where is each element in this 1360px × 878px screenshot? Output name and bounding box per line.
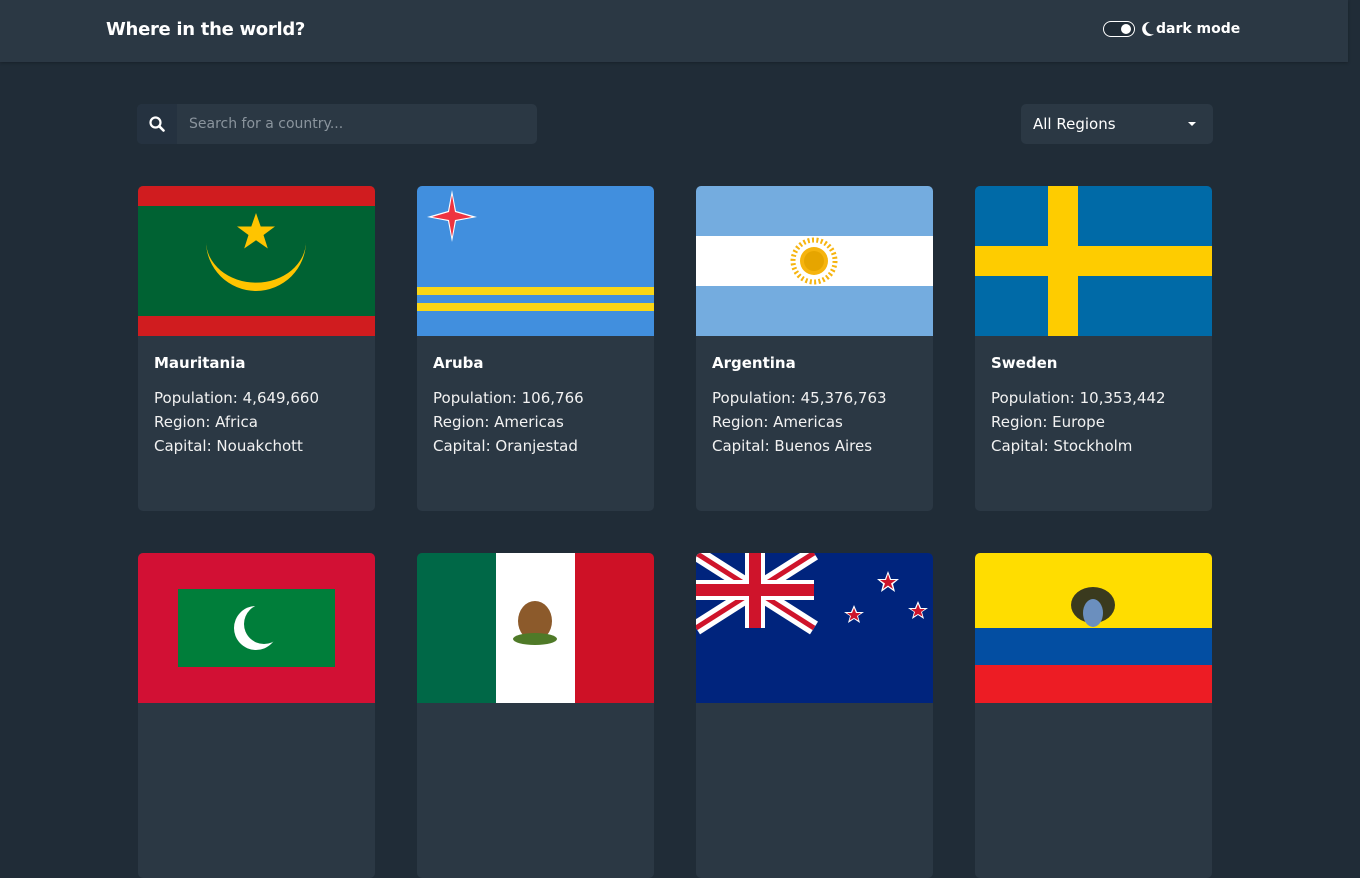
population-line: Population: 4,649,660 [154, 389, 319, 407]
search-button[interactable] [137, 104, 177, 144]
flag-mexico [417, 553, 654, 703]
flag-aruba [417, 186, 654, 336]
search-icon [149, 116, 165, 132]
region-line: Region: Americas [712, 413, 843, 431]
population-line: Population: 106,766 [433, 389, 584, 407]
capital-line: Capital: Oranjestad [433, 437, 578, 455]
mode-switch[interactable] [1103, 21, 1135, 37]
flag-new-zealand [696, 553, 933, 703]
region-line: Region: Africa [154, 413, 258, 431]
country-name: Sweden [991, 354, 1058, 372]
country-card[interactable]: Argentina Population: 45,376,763 Region:… [696, 186, 933, 511]
region-line: Region: Europe [991, 413, 1105, 431]
country-card[interactable]: Sweden Population: 10,353,442 Region: Eu… [975, 186, 1212, 511]
country-card[interactable] [138, 553, 375, 878]
header-bar: Where in the world? dark mode [0, 0, 1348, 62]
capital-line: Capital: Nouakchott [154, 437, 303, 455]
capital-line: Capital: Stockholm [991, 437, 1133, 455]
moon-icon [1142, 21, 1154, 36]
flag-argentina [696, 186, 933, 336]
population-line: Population: 45,376,763 [712, 389, 887, 407]
region-line: Region: Americas [433, 413, 564, 431]
country-card[interactable]: Mauritania Population: 4,649,660 Region:… [138, 186, 375, 511]
region-filter-select[interactable]: All Regions [1021, 104, 1213, 144]
search-input[interactable] [177, 104, 537, 144]
dark-mode-label: dark mode [1156, 21, 1241, 37]
country-name: Mauritania [154, 354, 246, 372]
dark-mode-toggle[interactable]: dark mode [1103, 21, 1240, 37]
country-card[interactable]: Aruba Population: 106,766 Region: Americ… [417, 186, 654, 511]
country-name: Aruba [433, 354, 484, 372]
app-title[interactable]: Where in the world? [106, 19, 305, 40]
country-card[interactable] [696, 553, 933, 878]
flag-maldives [138, 553, 375, 703]
flag-sweden [975, 186, 1212, 336]
capital-line: Capital: Buenos Aires [712, 437, 873, 455]
flag-mauritania [138, 186, 375, 336]
caret-down-icon [1188, 122, 1196, 126]
region-filter-value: All Regions [1033, 115, 1116, 133]
search-bar [137, 104, 537, 144]
country-card[interactable] [417, 553, 654, 878]
population-line: Population: 10,353,442 [991, 389, 1166, 407]
switch-knob [1121, 24, 1131, 34]
flag-ecuador [975, 553, 1212, 703]
country-card[interactable] [975, 553, 1212, 878]
country-name: Argentina [712, 354, 796, 372]
